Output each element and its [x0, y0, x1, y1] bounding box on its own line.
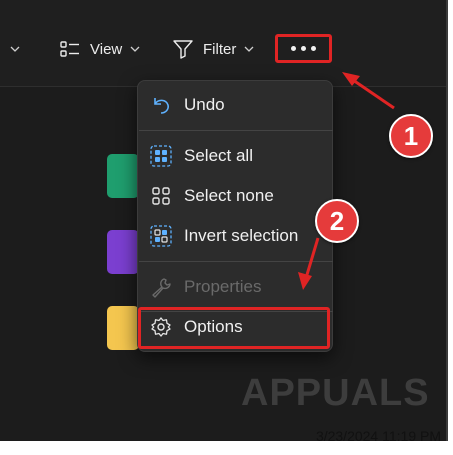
menu-item-undo[interactable]: Undo	[138, 87, 334, 123]
menu-item-label: Invert selection	[184, 226, 299, 245]
menu-separator	[139, 261, 333, 262]
undo-icon	[150, 94, 172, 116]
menu-item-select-none[interactable]: Select none	[138, 178, 334, 214]
menu-item-label: Select none	[184, 186, 274, 205]
menu-item-label: Undo	[184, 95, 225, 114]
view-icon	[60, 40, 80, 58]
filter-label: Filter	[203, 40, 237, 58]
chevron-down-icon	[130, 45, 140, 53]
file-explorer-window: View Filter Undo Select all Select none …	[0, 0, 448, 441]
select-none-icon	[150, 185, 172, 207]
menu-item-label: Select all	[184, 146, 253, 165]
menu-item-label: Properties	[184, 277, 262, 296]
menu-separator	[139, 130, 333, 131]
filter-button[interactable]: Filter	[172, 35, 254, 63]
options-highlight-box	[138, 307, 330, 349]
step-1-badge: 1	[389, 114, 433, 158]
menu-item-properties[interactable]: Properties	[138, 269, 334, 305]
wrench-icon	[150, 276, 172, 298]
timestamp: 3/23/2024 11:19 PM	[315, 428, 441, 444]
ellipsis-icon	[291, 46, 296, 51]
see-more-button[interactable]	[275, 34, 332, 63]
select-all-icon	[150, 145, 172, 167]
command-bar: View Filter	[0, 0, 446, 87]
chevron-down-icon	[244, 45, 254, 53]
file-icon-green[interactable]	[107, 154, 139, 198]
video-file-icon[interactable]	[107, 230, 139, 274]
step-2-badge: 2	[315, 199, 359, 243]
folder-icon[interactable]	[107, 306, 139, 350]
invert-selection-icon	[150, 225, 172, 247]
menu-item-select-all[interactable]: Select all	[138, 138, 334, 174]
menu-item-invert-selection[interactable]: Invert selection	[138, 218, 334, 254]
watermark: APPUALS	[241, 372, 430, 414]
view-label: View	[90, 40, 123, 58]
filter-icon	[172, 39, 194, 59]
view-button[interactable]: View	[60, 35, 140, 63]
chevron-down-icon[interactable]	[10, 35, 20, 63]
